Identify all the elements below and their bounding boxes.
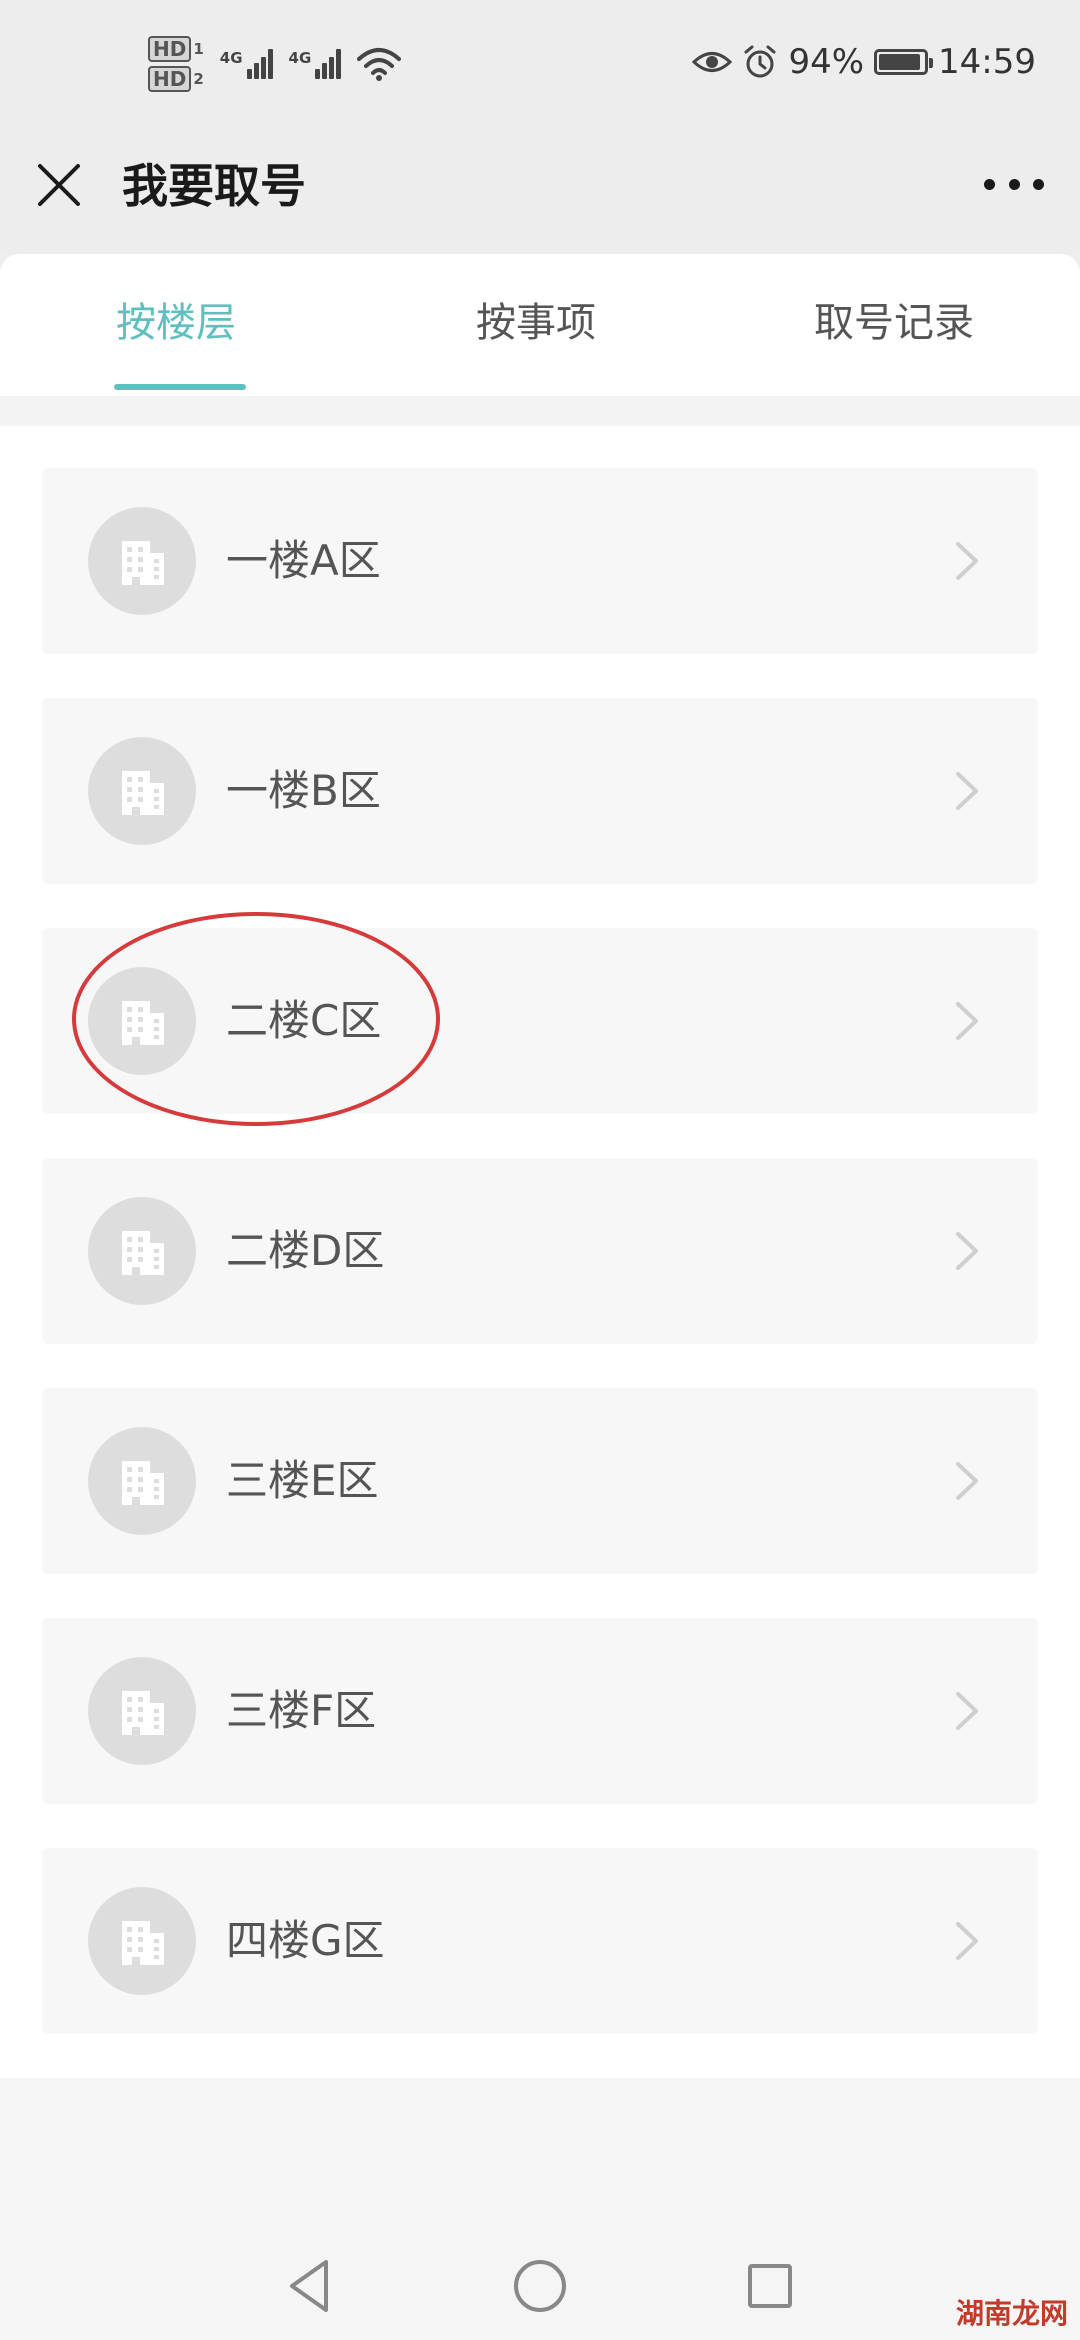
list-item-floor[interactable]: 二楼C区: [42, 928, 1038, 1114]
chevron-right-icon: [956, 772, 978, 810]
clock: 14:59: [938, 42, 1036, 82]
more-dot: [984, 178, 995, 190]
floor-label: 三楼E区: [226, 1456, 379, 1505]
chevron-right-icon: [956, 1002, 978, 1040]
building-icon: [88, 1427, 196, 1535]
tab-bar: 按楼层 按事项 取号记录: [0, 254, 1080, 396]
network-type: 4G: [288, 49, 312, 67]
more-dot: [1033, 178, 1044, 190]
chevron-right-icon: [956, 542, 978, 580]
wifi-icon: [357, 48, 402, 81]
hd-indicators: HD 1 HD 2: [148, 36, 204, 92]
watermark-logo: 湖南龙网: [955, 2297, 1068, 2330]
building-icon: [88, 737, 196, 845]
close-button[interactable]: [30, 156, 88, 214]
building-icon: [88, 1657, 196, 1765]
floor-label: 二楼C区: [226, 996, 382, 1045]
more-dot: [1008, 178, 1020, 190]
battery-percent: 94%: [788, 42, 865, 82]
divider: [0, 396, 1080, 426]
tab-ticket-history[interactable]: 取号记录: [814, 298, 974, 348]
back-nav-button[interactable]: [278, 2254, 342, 2318]
signal-icon-sim1: 4G: [220, 49, 273, 79]
list-item-floor[interactable]: 三楼F区: [42, 1618, 1038, 1804]
list-item-floor[interactable]: 一楼B区: [42, 698, 1038, 884]
title-bar: 我要取号: [0, 136, 1080, 254]
chevron-right-icon: [956, 1922, 978, 1960]
floor-label: 一楼B区: [226, 766, 381, 815]
hd-indicator-2: HD 2: [148, 66, 204, 92]
network-type: 4G: [219, 49, 243, 67]
hd-label: HD: [148, 66, 192, 92]
floor-label: 四楼G区: [226, 1916, 385, 1965]
chevron-right-icon: [956, 1462, 978, 1500]
list-item-floor[interactable]: 三楼E区: [42, 1388, 1038, 1574]
building-icon: [88, 1197, 196, 1305]
signal-icon-sim2: 4G: [289, 49, 342, 79]
hd-label: HD: [148, 36, 192, 62]
tab-by-floor[interactable]: 按楼层: [116, 298, 236, 348]
list-item-floor[interactable]: 一楼A区: [42, 468, 1038, 654]
hd-indicator-1: HD 1: [148, 36, 204, 62]
floor-list: 一楼A区 一楼B区 二楼C区 二楼D区 三楼E区 三楼F区 四楼G区: [0, 426, 1080, 2078]
home-nav-button[interactable]: [508, 2254, 572, 2318]
recents-nav-button[interactable]: [738, 2254, 802, 2318]
floor-label: 三楼F区: [226, 1686, 377, 1735]
floor-label: 一楼A区: [226, 536, 381, 585]
battery-icon: [874, 49, 934, 75]
chevron-right-icon: [956, 1692, 978, 1730]
building-icon: [88, 507, 196, 615]
close-icon: [38, 164, 80, 206]
building-icon: [88, 967, 196, 1075]
page-title: 我要取号: [122, 159, 306, 213]
status-right: 94% 14:59: [692, 42, 1036, 82]
alarm-icon: [744, 45, 776, 78]
active-tab-indicator: [114, 384, 246, 390]
status-left: HD 1 HD 2 4G 4G: [148, 36, 402, 92]
floor-label: 二楼D区: [226, 1226, 385, 1275]
list-item-floor[interactable]: 二楼D区: [42, 1158, 1038, 1344]
eye-icon: [692, 52, 733, 72]
chevron-right-icon: [956, 1232, 978, 1270]
sim-number: 2: [193, 70, 204, 88]
building-icon: [88, 1887, 196, 1995]
list-item-floor[interactable]: 四楼G区: [42, 1848, 1038, 2034]
more-options-button[interactable]: [984, 164, 1044, 204]
status-bar: HD 1 HD 2 4G 4G 94% 14:59: [0, 0, 1080, 136]
tab-by-matter[interactable]: 按事项: [476, 298, 596, 348]
system-nav-bar: 湖南龙网: [0, 2078, 1080, 2340]
sim-number: 1: [193, 40, 204, 58]
